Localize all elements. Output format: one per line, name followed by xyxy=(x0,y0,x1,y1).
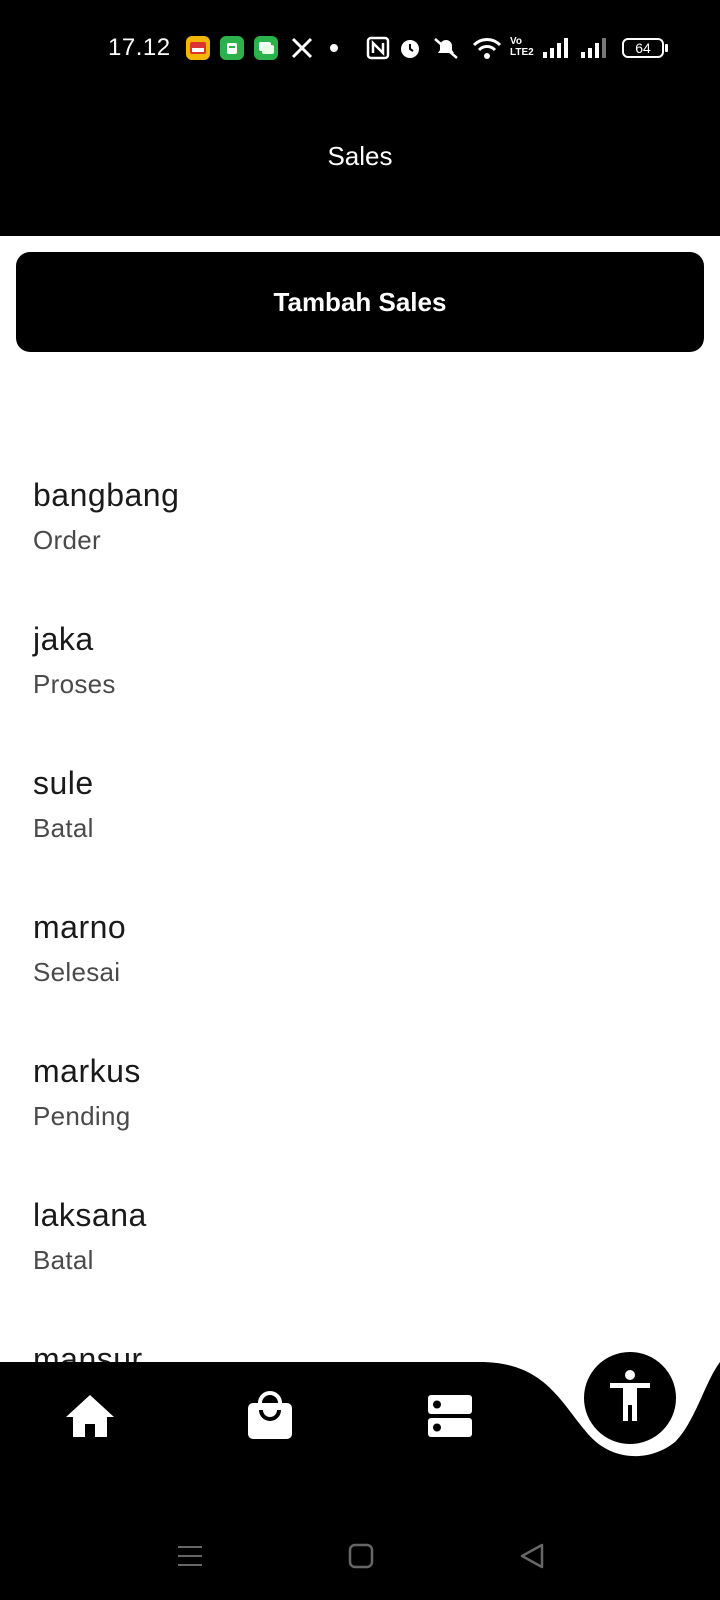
sales-status: Batal xyxy=(33,1245,94,1275)
screen: 17.12 Vo LTE2 64 Sales Tambah Sales bang… xyxy=(0,0,720,1600)
nav-data-button[interactable] xyxy=(418,1386,482,1450)
page-title: Sales xyxy=(327,141,393,171)
sales-name: bangbang xyxy=(33,477,180,513)
accessibility-fab[interactable] xyxy=(584,1352,676,1444)
sales-status: Batal xyxy=(33,813,94,843)
sales-name: markus xyxy=(33,1053,141,1089)
sales-status: Selesai xyxy=(33,957,121,987)
x-icon xyxy=(290,36,314,60)
nav-shop-button[interactable] xyxy=(238,1386,302,1450)
menu-icon xyxy=(176,1543,204,1574)
wifi-icon xyxy=(472,36,502,60)
sales-status: Proses xyxy=(33,669,116,699)
server-icon xyxy=(426,1393,474,1444)
system-back-button[interactable] xyxy=(512,1538,552,1578)
home-icon xyxy=(64,1393,116,1444)
signal-icon xyxy=(580,36,608,60)
app-bar: Sales xyxy=(0,96,720,236)
app-notification-icon xyxy=(186,36,210,60)
list-item[interactable]: marno Selesai xyxy=(0,909,720,1053)
sales-name: sule xyxy=(33,765,94,801)
home-square-icon xyxy=(348,1543,374,1574)
volte-icon: Vo LTE2 xyxy=(510,36,534,58)
add-sales-button[interactable]: Tambah Sales xyxy=(16,252,704,352)
accessibility-icon xyxy=(608,1369,652,1428)
list-item[interactable]: laksana Batal xyxy=(0,1197,720,1341)
app-notification-icon xyxy=(220,36,244,60)
list-item[interactable]: markus Pending xyxy=(0,1053,720,1197)
sales-name: laksana xyxy=(33,1197,147,1233)
alarm-icon xyxy=(398,36,422,60)
sales-name: marno xyxy=(33,909,127,945)
system-home-button[interactable] xyxy=(341,1538,381,1578)
nfc-icon xyxy=(366,36,390,60)
sales-name: jaka xyxy=(33,621,94,657)
list-item[interactable]: jaka Proses xyxy=(0,621,720,765)
signal-icon xyxy=(542,36,570,60)
sales-list: bangbang Order jaka Proses sule Batal ma… xyxy=(0,352,720,1362)
status-time: 17.12 xyxy=(108,34,171,61)
sales-status: Pending xyxy=(33,1101,131,1131)
chat-notification-icon xyxy=(254,36,278,60)
back-triangle-icon xyxy=(518,1542,546,1575)
sales-status: Order xyxy=(33,525,101,555)
list-item[interactable]: sule Batal xyxy=(0,765,720,909)
battery-tip xyxy=(665,44,668,52)
status-bar: 17.12 Vo LTE2 64 xyxy=(0,0,720,96)
dot-icon xyxy=(330,44,338,52)
system-menu-button[interactable] xyxy=(170,1538,210,1578)
mute-icon xyxy=(432,36,460,60)
shopping-bag-icon xyxy=(246,1390,294,1446)
nav-home-button[interactable] xyxy=(58,1386,122,1450)
list-item[interactable]: bangbang Order xyxy=(0,477,720,621)
battery-icon: 64 xyxy=(622,38,664,58)
